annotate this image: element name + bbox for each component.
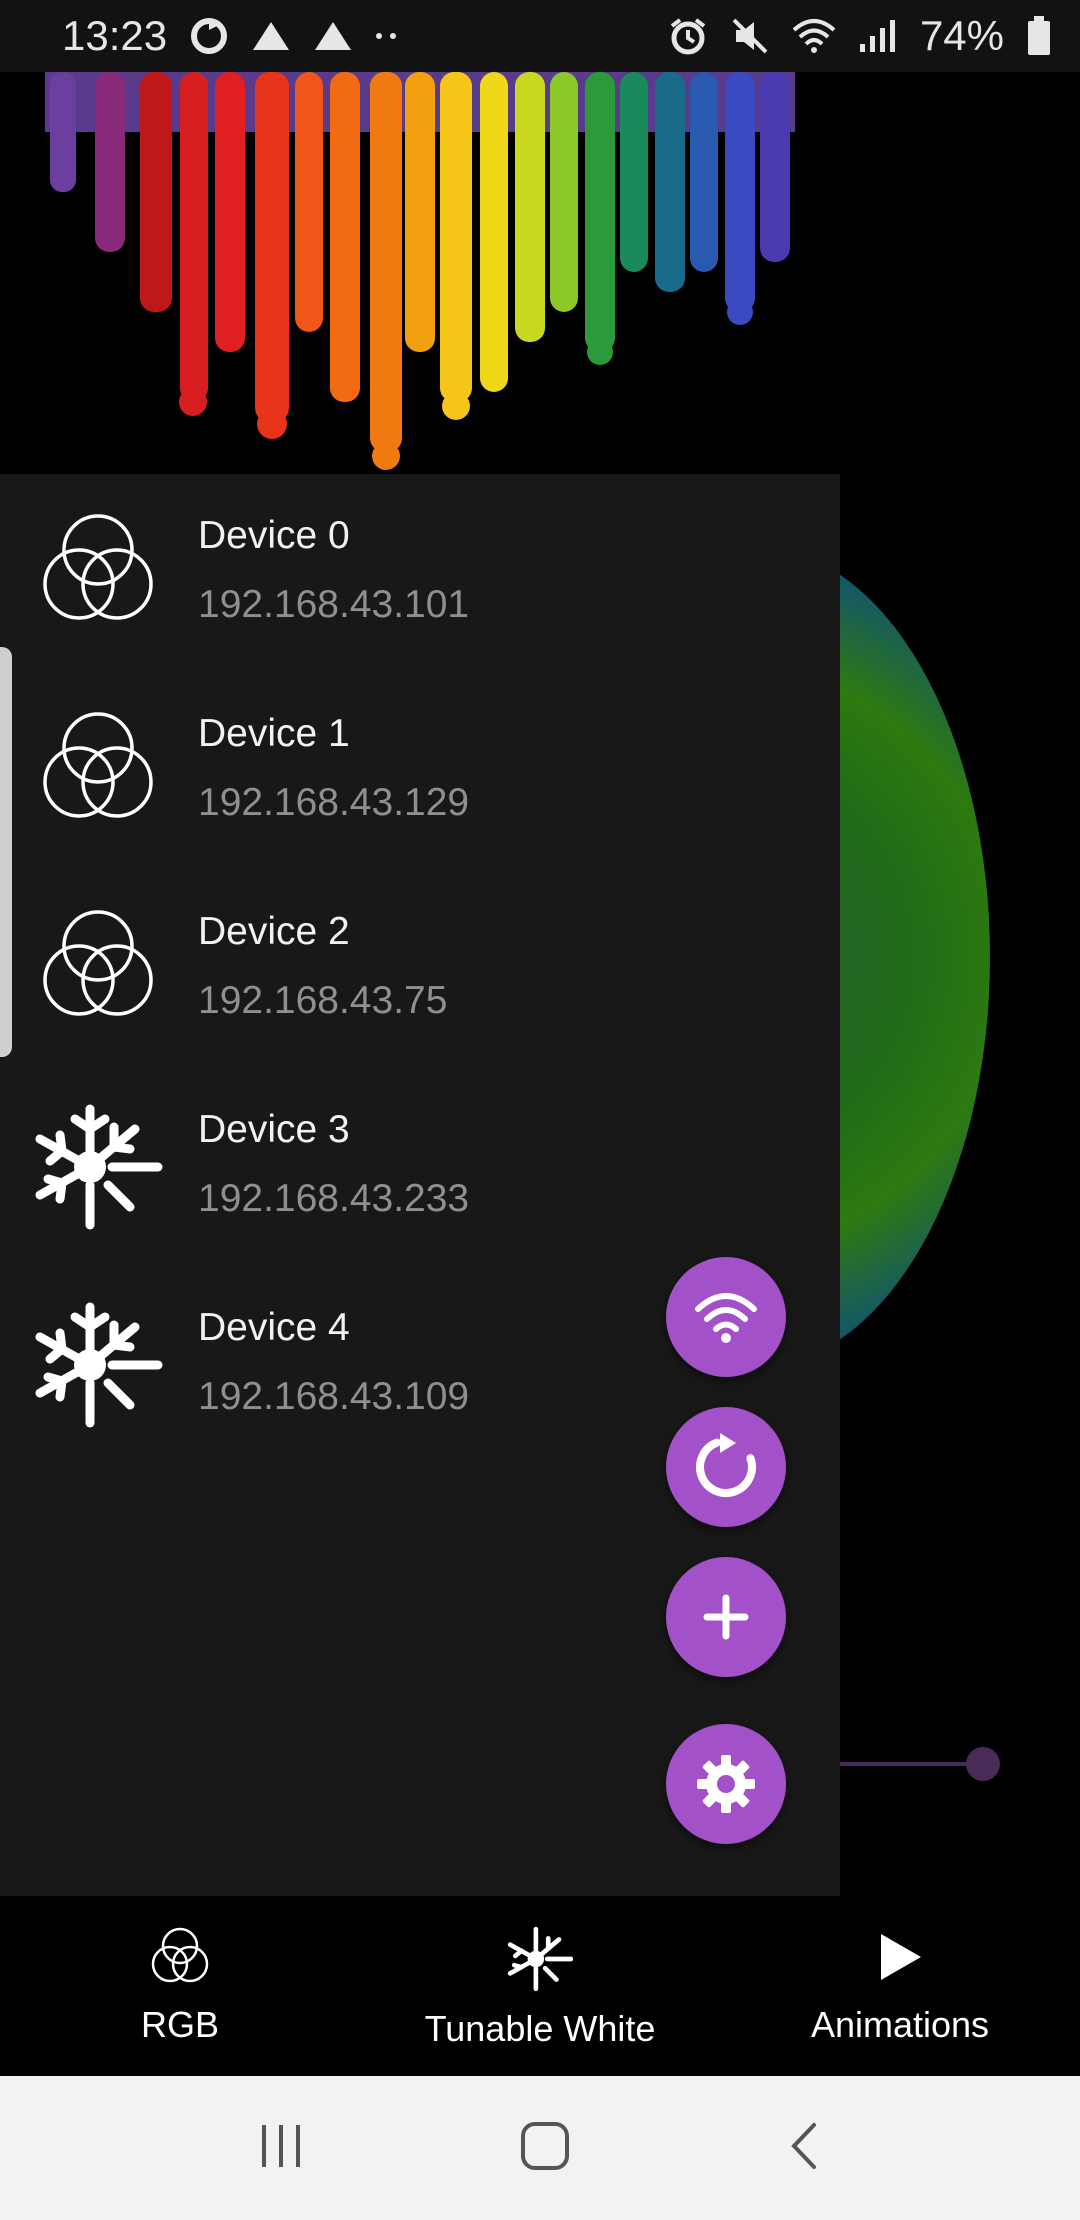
nav-label: Tunable White: [424, 2008, 656, 2049]
plus-icon: [703, 1594, 749, 1640]
wifi-icon: [695, 1293, 757, 1343]
triangle-icon: [251, 20, 291, 52]
status-bar: 13:23 74%: [0, 0, 1080, 72]
device-ip: 192.168.43.233: [198, 1177, 470, 1220]
device-name: Device 4: [198, 1306, 350, 1349]
status-time: 13:23: [62, 12, 168, 59]
device-ip: 192.168.43.109: [198, 1375, 470, 1418]
nav-item-tunable-white[interactable]: Tunable White: [360, 1896, 720, 2076]
more-dots-icon: [375, 31, 399, 41]
device-text: Device 2 192.168.43.75: [198, 912, 447, 1020]
tunable-white-icon: [507, 1926, 574, 1992]
refresh-icon: [696, 1433, 756, 1497]
device-text: Device 1 192.168.43.129: [198, 714, 469, 822]
brightness-slider-track: [840, 1762, 982, 1766]
alarm-icon: [668, 16, 708, 56]
rgb-icon: [151, 1927, 209, 1983]
device-name: Device 3: [198, 1108, 350, 1151]
wifi-status-icon: [792, 18, 836, 54]
nav-label: RGB: [140, 2004, 219, 2045]
bottom-navigation: RGB Tunable White Animations: [0, 1896, 1080, 2076]
battery-percent: 74%: [919, 12, 1004, 59]
background-panel: [840, 312, 1080, 1966]
settings-button[interactable]: [666, 1724, 786, 1844]
tunable-white-icon: [30, 1102, 166, 1232]
status-bar-left: 13:23: [62, 12, 399, 60]
battery-icon: [1026, 16, 1052, 56]
sync-icon: [189, 16, 229, 56]
device-text: Device 0 192.168.43.101: [198, 516, 469, 624]
device-name: Device 2: [198, 910, 350, 953]
system-navigation-bar: [0, 2076, 1080, 2220]
rgb-icon: [30, 508, 166, 638]
navigation-drawer: Device 0 192.168.43.101 Device 1 192.168…: [0, 72, 840, 1896]
device-row-2[interactable]: Device 2 192.168.43.75: [0, 870, 840, 1068]
brightness-slider-thumb: [966, 1747, 1000, 1781]
wifi-button[interactable]: [666, 1257, 786, 1377]
recent-apps-icon[interactable]: [256, 2121, 306, 2176]
device-row-0[interactable]: Device 0 192.168.43.101: [0, 474, 840, 672]
back-icon[interactable]: [784, 2121, 824, 2176]
rgb-icon: [30, 706, 166, 836]
tunable-white-icon: [30, 1300, 166, 1430]
drawer-header-image: [0, 72, 840, 474]
signal-icon: [858, 18, 898, 54]
paint-drip-image: [0, 72, 840, 474]
triangle-icon-2: [313, 20, 353, 52]
gear-icon: [697, 1755, 755, 1813]
device-text: Device 4 192.168.43.109: [198, 1308, 469, 1416]
rgb-icon: [30, 904, 166, 1034]
device-name: Device 1: [198, 712, 350, 755]
device-ip: 192.168.43.75: [198, 979, 448, 1022]
play-icon: [881, 1934, 921, 1980]
device-name: Device 0: [198, 514, 350, 557]
mute-icon: [730, 16, 770, 56]
nav-item-rgb[interactable]: RGB: [0, 1896, 360, 2076]
device-ip: 192.168.43.101: [198, 583, 470, 626]
add-device-button[interactable]: [666, 1557, 786, 1677]
refresh-button[interactable]: [666, 1407, 786, 1527]
device-row-3[interactable]: Device 3 192.168.43.233: [0, 1068, 840, 1266]
device-row-1[interactable]: Device 1 192.168.43.129: [0, 672, 840, 870]
device-ip: 192.168.43.129: [198, 781, 470, 824]
nav-label: Animations: [810, 2004, 990, 2045]
status-bar-right: 74%: [668, 12, 1052, 60]
device-text: Device 3 192.168.43.233: [198, 1110, 469, 1218]
home-icon[interactable]: [518, 2119, 572, 2178]
nav-item-animations[interactable]: Animations: [720, 1896, 1080, 2076]
